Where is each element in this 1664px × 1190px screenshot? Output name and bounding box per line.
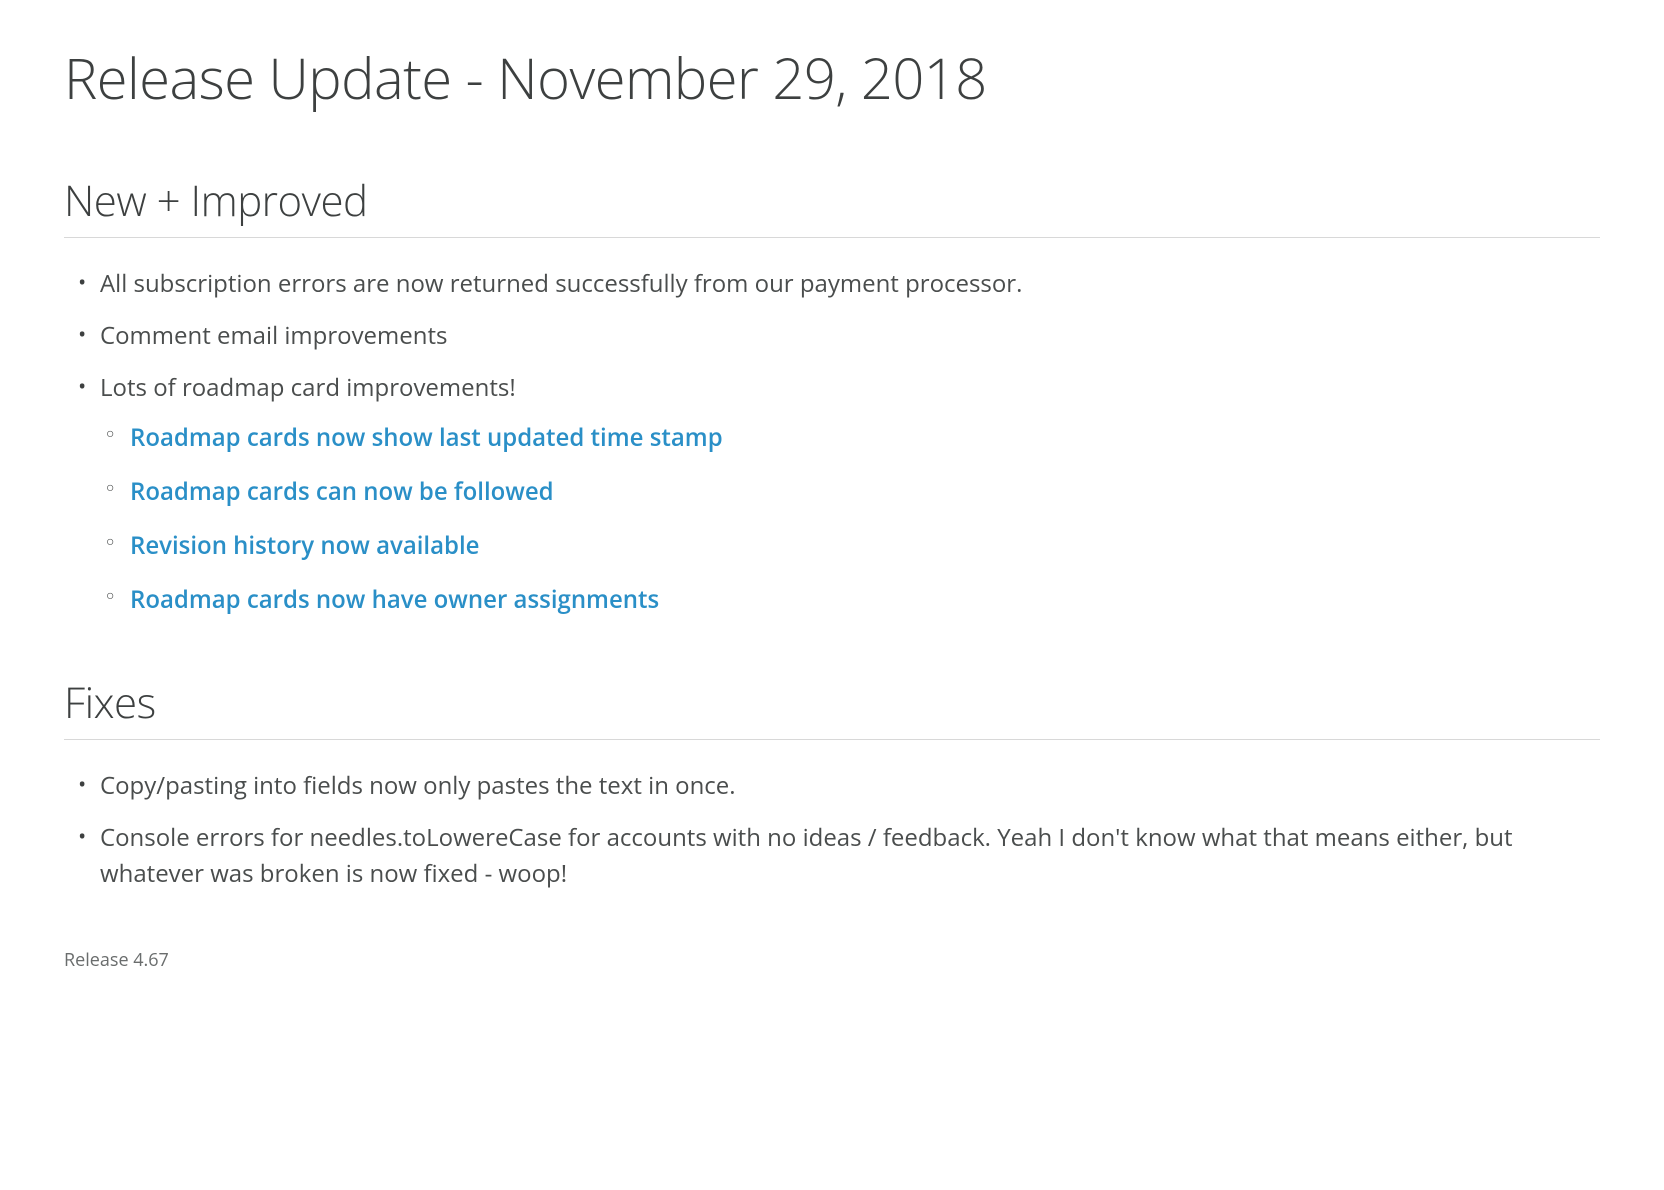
list-item-text: Lots of roadmap card improvements!: [100, 371, 516, 404]
section-fixes: Fixes Copy/pasting into fields now only …: [64, 674, 1600, 892]
section-heading-new-improved: New + Improved: [64, 172, 1600, 238]
list-item: Copy/pasting into fields now only pastes…: [100, 768, 1600, 804]
fixes-list: Copy/pasting into fields now only pastes…: [64, 768, 1600, 892]
roadmap-owner-link[interactable]: Roadmap cards now have owner assignments: [130, 583, 659, 616]
list-item: Console errors for needles.toLowereCase …: [100, 820, 1600, 892]
list-item: Roadmap cards now have owner assignments: [130, 582, 1600, 618]
roadmap-timestamp-link[interactable]: Roadmap cards now show last updated time…: [130, 421, 723, 454]
list-item: Roadmap cards now show last updated time…: [130, 420, 1600, 456]
section-heading-fixes: Fixes: [64, 674, 1600, 740]
page-title: Release Update - November 29, 2018: [64, 40, 1600, 116]
list-item-text: All subscription errors are now returned…: [100, 267, 1022, 300]
new-improved-list: All subscription errors are now returned…: [64, 266, 1600, 618]
section-new-improved: New + Improved All subscription errors a…: [64, 172, 1600, 618]
list-item-text: Console errors for needles.toLowereCase …: [100, 821, 1513, 890]
sublist: Roadmap cards now show last updated time…: [100, 420, 1600, 618]
release-version: Release 4.67: [64, 948, 1600, 972]
list-item: Lots of roadmap card improvements! Roadm…: [100, 370, 1600, 618]
roadmap-follow-link[interactable]: Roadmap cards can now be followed: [130, 475, 554, 508]
list-item-text: Copy/pasting into fields now only pastes…: [100, 769, 736, 802]
list-item: Roadmap cards can now be followed: [130, 474, 1600, 510]
revision-history-link[interactable]: Revision history now available: [130, 529, 480, 562]
list-item-text: Comment email improvements: [100, 319, 447, 352]
list-item: All subscription errors are now returned…: [100, 266, 1600, 302]
list-item: Revision history now available: [130, 528, 1600, 564]
list-item: Comment email improvements: [100, 318, 1600, 354]
